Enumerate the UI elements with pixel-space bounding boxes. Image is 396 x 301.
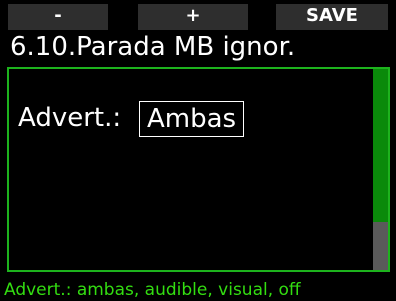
warning-label: Advert.: [18, 103, 122, 133]
warning-value-field[interactable]: Ambas [139, 101, 245, 137]
page-title: 6.10.Parada MB ignor. [10, 32, 296, 62]
settings-panel-content: Advert.: Ambas [9, 69, 374, 270]
help-text: Advert.: ambas, audible, visual, off [4, 280, 301, 300]
save-button[interactable]: SAVE [276, 4, 388, 30]
scrollbar[interactable] [373, 69, 388, 270]
softkey-bar: - + SAVE [8, 4, 388, 30]
increase-button[interactable]: + [138, 4, 248, 30]
decrease-button[interactable]: - [8, 4, 108, 30]
settings-panel: Advert.: Ambas [7, 67, 390, 272]
scrollbar-track [373, 222, 388, 270]
